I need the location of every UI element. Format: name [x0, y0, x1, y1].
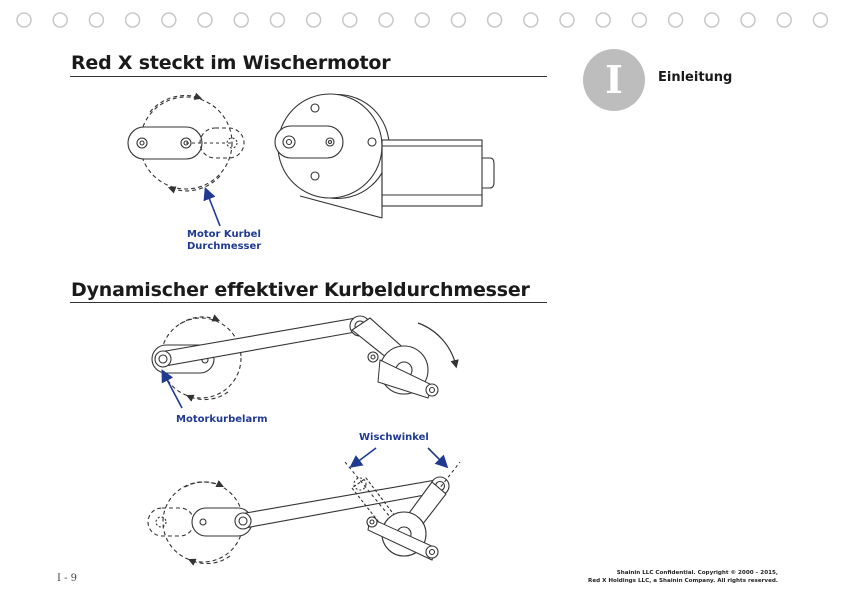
copyright-line-1: Shainin LLC Confidential. Copyright © 20… — [616, 570, 778, 576]
crank-diameter-diagram — [127, 92, 245, 194]
wipe-angle-label: Wischwinkel — [359, 432, 429, 443]
copyright-line-2: Red X Holdings LLC, a Shainin Company. A… — [588, 578, 778, 584]
wiper-diagrams — [127, 92, 495, 566]
copyright-footer: Shainin LLC Confidential. Copyright © 20… — [588, 569, 778, 585]
page-number: I - 9 — [57, 573, 78, 584]
dynamic-crank-diagram — [151, 314, 459, 402]
crank-arm-label: Motorkurbelarm — [176, 414, 268, 425]
wiper-motor-drawing — [274, 93, 495, 219]
crank-diameter-label-line1: Motor Kurbel — [187, 229, 261, 240]
crank-diameter-label: Motor Kurbel Durchmesser — [187, 229, 261, 253]
wipe-angle-diagram — [147, 461, 461, 566]
crank-diameter-label-line2: Durchmesser — [187, 241, 262, 252]
